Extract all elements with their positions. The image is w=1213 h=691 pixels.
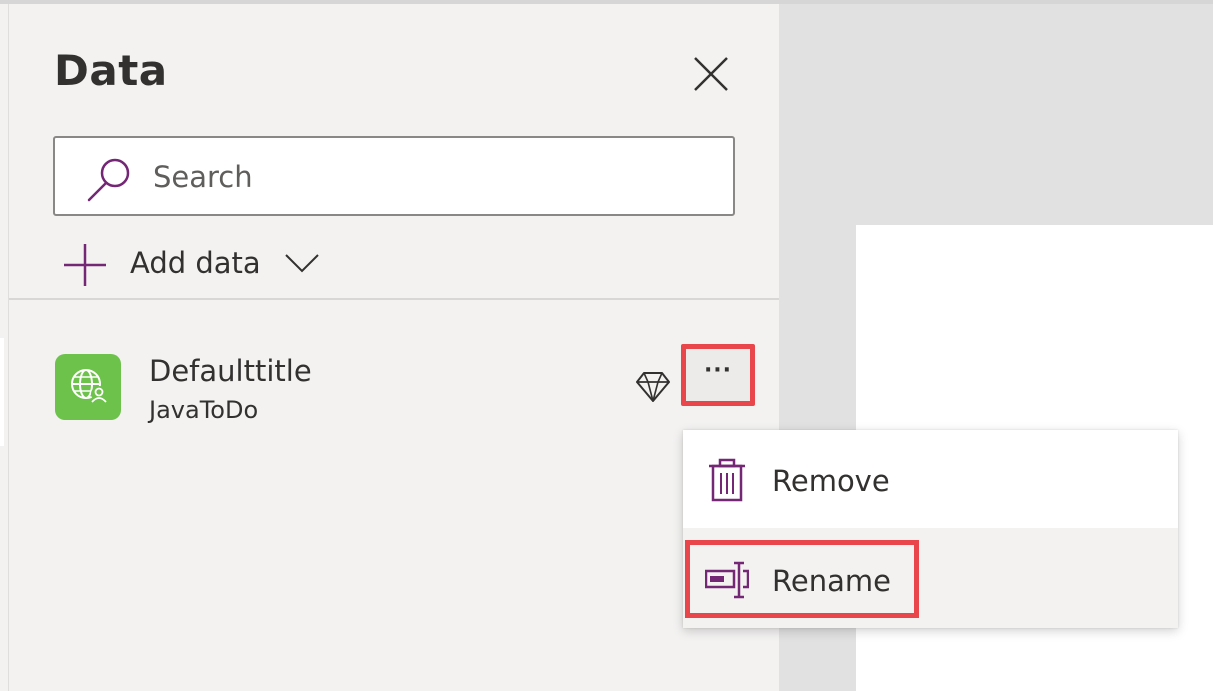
panel-title: Data [54,46,168,95]
menu-item-rename-label: Rename [772,564,891,598]
trash-icon [709,458,745,502]
context-menu: Remove Rename [683,430,1178,628]
data-panel: Data Add data [9,4,779,691]
chevron-down-icon [285,254,319,273]
close-icon [694,57,728,91]
data-source-subtitle: JavaToDo [149,396,259,424]
menu-item-remove[interactable]: Remove [683,430,1178,528]
data-source-name: Defaulttitle [149,354,312,388]
left-rail-selection [0,338,4,446]
premium-diamond-icon [636,372,670,402]
rename-icon [705,561,749,599]
more-options-icon: ··· [703,358,733,383]
search-icon [87,158,130,202]
data-source-item[interactable]: Defaulttitle JavaToDo ··· [9,334,779,444]
more-options-button[interactable]: ··· [681,344,755,406]
search-input[interactable] [153,156,713,198]
add-data-button[interactable]: Add data [62,240,332,290]
close-button[interactable] [689,52,733,96]
plus-icon [64,244,106,286]
left-rail [0,4,9,691]
menu-item-remove-label: Remove [772,464,890,498]
globe-user-icon [55,354,121,420]
section-divider [9,298,779,300]
search-box[interactable] [53,136,735,216]
menu-item-rename[interactable]: Rename [683,528,1178,628]
add-data-label: Add data [130,246,261,280]
